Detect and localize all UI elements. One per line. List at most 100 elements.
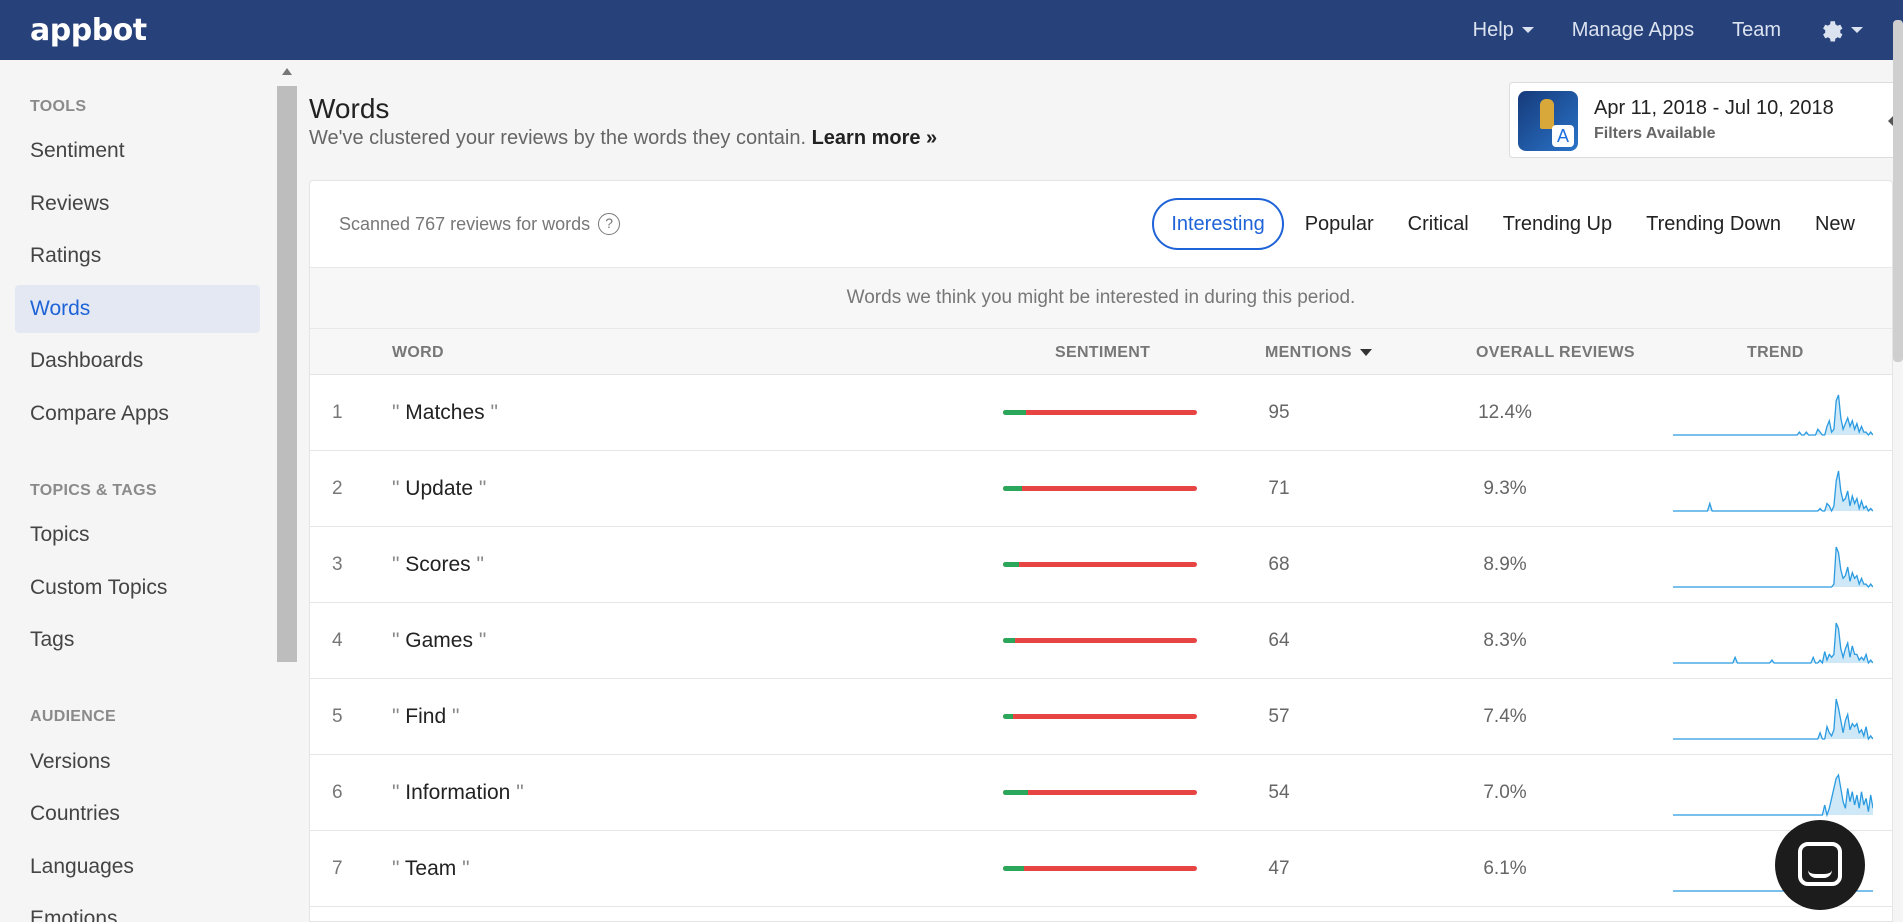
trend-area [1673,547,1873,587]
sidebar-scrollbar[interactable] [277,86,297,662]
header-mentions[interactable]: MENTIONS [1265,344,1372,362]
sidebar-item-words[interactable]: Words [15,285,260,333]
trend-sparkline [1673,470,1873,513]
page-title: Words [309,93,390,124]
row-rank: 4 [332,630,343,651]
tab-popular[interactable]: Popular [1288,198,1391,250]
table-row[interactable]: 6 " Information " 54 7.0% [310,755,1892,831]
row-word[interactable]: " Update " [392,477,486,501]
sidebar-scroll-up-arrow[interactable] [282,68,292,75]
row-word[interactable]: " Matches " [392,401,498,425]
row-mentions: 71 [1268,478,1290,499]
quote-open: " [392,705,406,728]
date-filter-card[interactable]: A Apr 11, 2018 - Jul 10, 2018 Filters Av… [1509,82,1903,158]
sentiment-positive-fill [1003,790,1029,795]
row-word-text: Team [404,857,457,880]
sentiment-positive-fill [1003,866,1025,871]
table-row[interactable]: 5 " Find " 57 7.4% [310,679,1892,755]
header-word[interactable]: WORD [392,344,444,362]
chat-launcher[interactable] [1775,820,1865,910]
gear-icon [1823,21,1843,42]
info-message: Words we think you might be interested i… [310,267,1892,329]
trophy-icon [1540,99,1554,129]
settings-menu[interactable] [1819,18,1863,42]
trend-line [1673,622,1873,665]
trend-sparkline [1673,698,1873,741]
quote-open: " [392,477,406,500]
caret-down-icon [1521,27,1534,33]
row-overall: 12.4% [1478,402,1532,423]
nav-team[interactable]: Team [1732,19,1781,42]
row-mentions: 95 [1268,402,1290,423]
sidebar-section-audience: AUDIENCE [30,708,116,725]
header-sentiment[interactable]: SENTIMENT [1055,344,1150,362]
app-store-icon: A [1552,125,1574,147]
row-word-text: Matches [405,401,485,424]
table-row[interactable]: 1 " Matches " 95 12.4% [310,375,1892,451]
sidebar: TOOLS Sentiment Reviews Ratings Words Da… [0,60,276,922]
page-scrollbar[interactable] [1893,20,1903,362]
quote-open: " [392,553,406,576]
quote-close: " [456,857,470,880]
tab-new[interactable]: New [1798,198,1872,250]
row-word[interactable]: " Games " [392,629,486,653]
row-overall: 8.9% [1483,554,1527,575]
header-mentions-label: MENTIONS [1265,344,1352,361]
row-overall: 9.3% [1483,478,1527,499]
row-word[interactable]: " Find " [392,705,459,729]
sidebar-item-topics[interactable]: Topics [15,511,260,559]
quote-open: " [392,629,406,652]
table-row[interactable]: 2 " Update " 71 9.3% [310,451,1892,527]
scanned-text: Scanned 767 reviews for words [339,213,591,234]
trend-line [1673,394,1873,437]
chat-icon [1798,842,1842,886]
row-word[interactable]: " Scores " [392,553,484,577]
nav-manage-apps[interactable]: Manage Apps [1572,19,1694,42]
row-rank: 7 [332,858,343,879]
sidebar-item-tags[interactable]: Tags [15,616,260,664]
table-header: WORD SENTIMENT MENTIONS OVERALL REVIEWS … [310,329,1892,375]
table-row[interactable]: 7 " Team " 47 6.1% [310,831,1892,907]
row-rank: 1 [332,402,343,423]
trend-area [1673,471,1873,511]
sidebar-item-ratings[interactable]: Ratings [15,232,260,280]
row-overall: 7.4% [1483,706,1527,727]
sidebar-item-countries[interactable]: Countries [15,790,260,838]
table-row[interactable]: 3 " Scores " 68 8.9% [310,527,1892,603]
sidebar-item-languages[interactable]: Languages [15,843,260,891]
tab-trending-down[interactable]: Trending Down [1629,198,1798,250]
sentiment-bar [1003,638,1197,643]
row-word[interactable]: " Team " [392,857,470,881]
sidebar-item-compare-apps[interactable]: Compare Apps [15,390,260,438]
quote-close: " [510,781,524,804]
top-nav-links: Help Manage Apps Team [1473,0,1863,60]
sentiment-bar [1003,410,1197,415]
tab-trending-up[interactable]: Trending Up [1486,198,1629,250]
sidebar-item-reviews[interactable]: Reviews [15,180,260,228]
appbot-logo[interactable]: appbot [30,13,147,48]
sentiment-bar [1003,790,1197,795]
row-word[interactable]: " Information " [392,781,524,805]
date-range: Apr 11, 2018 - Jul 10, 2018 [1594,97,1834,119]
learn-more-link[interactable]: Learn more » [812,127,938,149]
row-rank: 2 [332,478,343,499]
sidebar-item-emotions[interactable]: Emotions [15,895,260,922]
tab-interesting[interactable]: Interesting [1152,198,1284,250]
page-subtitle: We've clustered your reviews by the word… [309,127,937,150]
question-circle-icon[interactable]: ? [598,213,621,235]
quote-open: " [392,401,406,424]
table-row[interactable]: 4 " Games " 64 8.3% [310,603,1892,679]
header-overall-reviews[interactable]: OVERALL REVIEWS [1476,344,1635,362]
quote-open: " [392,781,406,804]
row-overall: 8.3% [1483,630,1527,651]
tab-critical[interactable]: Critical [1391,198,1486,250]
quote-open: " [392,857,405,880]
nav-help[interactable]: Help [1473,19,1534,42]
sentiment-positive-fill [1003,714,1013,719]
row-mentions: 64 [1268,630,1290,651]
sidebar-item-custom-topics[interactable]: Custom Topics [15,564,260,612]
sidebar-item-versions[interactable]: Versions [15,738,260,786]
sidebar-item-dashboards[interactable]: Dashboards [15,337,260,385]
sidebar-item-sentiment[interactable]: Sentiment [15,127,260,175]
row-rank: 5 [332,706,343,727]
